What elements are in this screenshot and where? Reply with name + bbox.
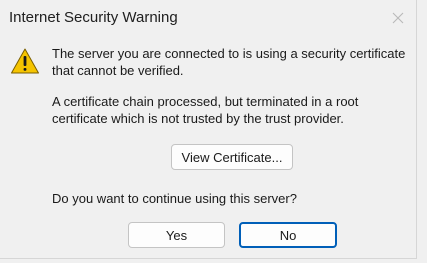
close-button[interactable] [383, 4, 413, 32]
warning-icon [11, 48, 39, 74]
no-button[interactable]: No [239, 222, 337, 248]
title-bar[interactable]: Internet Security Warning [0, 0, 417, 36]
yes-button[interactable]: Yes [128, 222, 225, 248]
view-certificate-button[interactable]: View Certificate... [171, 144, 293, 170]
close-icon [392, 12, 404, 24]
warning-message: The server you are connected to is using… [52, 46, 406, 78]
security-warning-dialog: Internet Security Warning The server you… [0, 0, 417, 259]
window-title: Internet Security Warning [9, 9, 178, 26]
certificate-chain-message: A certificate chain processed, but termi… [52, 94, 359, 126]
continue-question: Do you want to continue using this serve… [52, 191, 297, 206]
